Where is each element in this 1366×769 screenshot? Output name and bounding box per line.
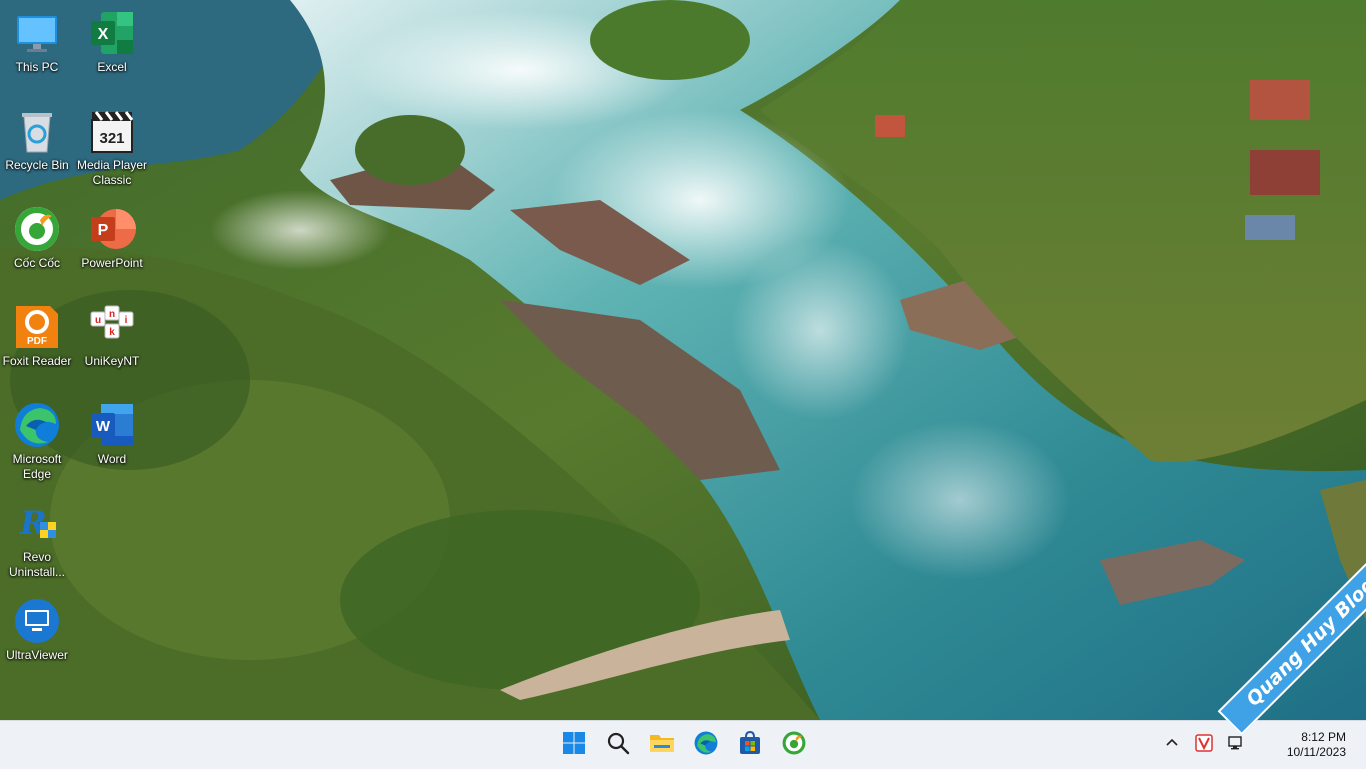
desktop-icon-recycle-bin[interactable]: Recycle Bin xyxy=(0,100,74,192)
desktop-icon-coccoc[interactable]: Cốc Cốc xyxy=(0,198,74,290)
edge-icon xyxy=(12,400,62,450)
svg-text:W: W xyxy=(96,418,111,435)
desktop-icon-label: Recycle Bin xyxy=(5,158,69,172)
revo-uninstaller-icon: R xyxy=(12,498,62,548)
desktop-icon-ultraviewer[interactable]: UltraViewer xyxy=(0,590,74,682)
network-tray-button[interactable] xyxy=(1226,735,1246,755)
file-explorer-button[interactable] xyxy=(646,729,678,761)
start-button[interactable] xyxy=(558,729,590,761)
desktop-icon-microsoft-edge[interactable]: Microsoft Edge xyxy=(0,394,74,486)
chevron-up-icon xyxy=(1165,736,1179,755)
unikey-icon: u n i k xyxy=(87,302,137,352)
word-icon: W xyxy=(87,400,137,450)
desktop-icon-this-pc[interactable]: This PC xyxy=(0,2,74,94)
desktop-icon-label: Revo Uninstall... xyxy=(8,550,66,579)
taskbar-coccoc-button[interactable] xyxy=(778,729,810,761)
show-hidden-icons-button[interactable] xyxy=(1162,735,1182,755)
taskbar-search-button[interactable] xyxy=(602,729,634,761)
clock-date: 10/11/2023 xyxy=(1286,745,1346,759)
coccoc-icon xyxy=(12,204,62,254)
powerpoint-icon: P xyxy=(87,204,137,254)
desktop-icon-label: UniKeyNT xyxy=(84,354,140,368)
svg-text:321: 321 xyxy=(99,130,124,147)
desktop-icon-media-player-classic[interactable]: 321 Media Player Classic xyxy=(75,100,149,192)
monitor-icon xyxy=(12,8,62,58)
svg-text:PDF: PDF xyxy=(27,336,47,347)
store-icon xyxy=(738,730,762,760)
desktop-icon-label: Excel xyxy=(97,60,127,74)
svg-text:k: k xyxy=(109,327,115,338)
desktop-wallpaper xyxy=(0,0,1366,720)
media-player-icon: 321 xyxy=(87,106,137,156)
ultraviewer-icon xyxy=(12,596,62,646)
vivaldi-tray-button[interactable] xyxy=(1194,733,1214,757)
taskbar-edge-button[interactable] xyxy=(690,729,722,761)
clock-time: 8:12 PM xyxy=(1301,730,1346,744)
taskbar-clock[interactable]: 8:12 PM 10/11/2023 xyxy=(1287,730,1346,760)
desktop-icon-label: Media Player Classic xyxy=(76,158,148,187)
desktop-icon-label: Microsoft Edge xyxy=(12,452,62,481)
excel-icon: X xyxy=(87,8,137,58)
svg-text:u: u xyxy=(95,315,101,326)
desktop-icon-label: Cốc Cốc xyxy=(13,256,60,270)
svg-text:n: n xyxy=(109,309,115,320)
taskbar: 8:12 PM 10/11/2023 xyxy=(0,720,1366,769)
desktop-icon-powerpoint[interactable]: P PowerPoint xyxy=(75,198,149,290)
search-icon xyxy=(606,731,630,760)
coccoc-icon xyxy=(781,730,807,761)
microsoft-store-button[interactable] xyxy=(734,729,766,761)
desktop-icon-foxit-reader[interactable]: PDF Foxit Reader xyxy=(0,296,74,388)
edge-icon xyxy=(693,730,719,761)
desktop-icon-label: This PC xyxy=(15,60,59,74)
desktop-icon-label: PowerPoint xyxy=(81,256,143,270)
vivaldi-icon xyxy=(1195,733,1213,757)
desktop-icon-word[interactable]: W Word xyxy=(75,394,149,486)
desktop-icon-label: UltraViewer xyxy=(6,648,68,662)
desktop-icon-label: Word xyxy=(97,452,127,466)
recycle-bin-icon xyxy=(12,106,62,156)
desktop-icon-excel[interactable]: X Excel xyxy=(75,2,149,94)
desktop-icon-revo-uninstaller[interactable]: R Revo Uninstall... xyxy=(0,492,74,584)
windows-start-icon xyxy=(562,731,586,760)
svg-text:i: i xyxy=(125,315,128,326)
foxit-pdf-icon: PDF xyxy=(12,302,62,352)
network-icon xyxy=(1227,734,1245,757)
desktop-icon-label: Foxit Reader xyxy=(2,354,72,368)
desktop-icon-unikey[interactable]: u n i k UniKeyNT xyxy=(75,296,149,388)
svg-text:X: X xyxy=(98,26,109,43)
folder-icon xyxy=(649,731,675,760)
svg-text:P: P xyxy=(98,222,109,239)
